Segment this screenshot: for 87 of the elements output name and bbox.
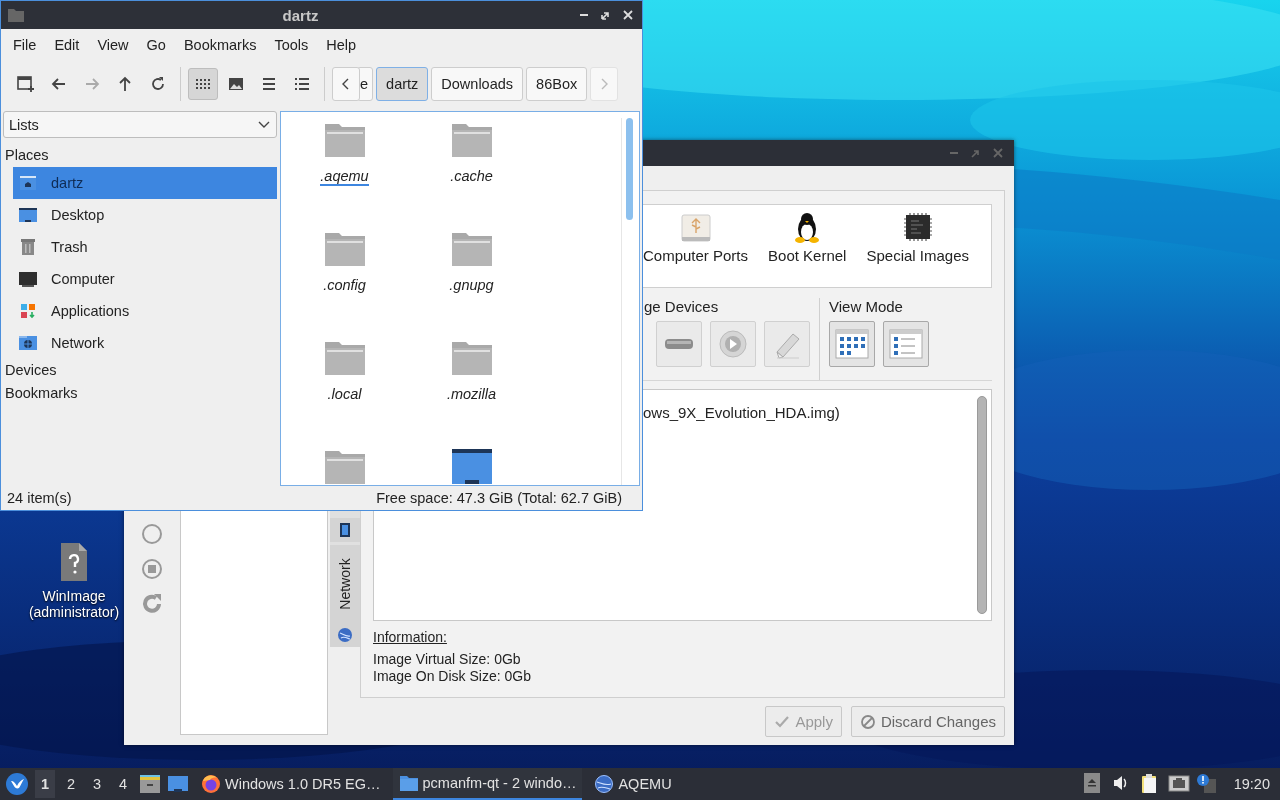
- chevron-right-icon: [599, 77, 610, 91]
- view-mode-button[interactable]: [883, 321, 929, 367]
- category-item[interactable]: Boot Kernel: [768, 211, 847, 264]
- desktop-icon[interactable]: [167, 773, 189, 795]
- section-header[interactable]: Devices: [3, 359, 277, 382]
- file-name[interactable]: .aqemu: [320, 168, 369, 186]
- notification-icon[interactable]: [1195, 773, 1218, 795]
- view-mode-button[interactable]: [188, 68, 218, 100]
- menu-item[interactable]: Go: [137, 37, 175, 53]
- menu-item[interactable]: File: [4, 37, 46, 53]
- place-item[interactable]: Computer: [13, 263, 277, 295]
- menu-item[interactable]: Tools: [265, 37, 318, 53]
- device-button[interactable]: [656, 321, 702, 367]
- path-button[interactable]: dartz: [376, 67, 429, 101]
- browser-icon: [201, 774, 221, 794]
- group-label: ge Devices: [644, 298, 720, 315]
- monitor-icon: [18, 205, 38, 225]
- scroll-left-button[interactable]: [332, 67, 360, 101]
- workspace-button[interactable]: 4: [113, 770, 133, 798]
- chip-icon: [901, 211, 934, 243]
- list-view-icon: [887, 326, 925, 362]
- circle-icon[interactable]: [141, 523, 163, 545]
- file-cabinet-icon[interactable]: [139, 773, 161, 795]
- folder-icon[interactable]: [450, 448, 493, 485]
- place-item[interactable]: Applications: [13, 295, 277, 327]
- discard-button[interactable]: Discard Changes: [850, 706, 1005, 737]
- globe-icon: [594, 774, 615, 794]
- clock[interactable]: 19:20: [1223, 776, 1280, 792]
- file-name[interactable]: .gnupg: [449, 277, 494, 295]
- status-text: Free space: 47.3 GiB (Total: 62.7 GiB): [376, 490, 622, 506]
- new-tab-icon: [16, 74, 36, 94]
- cancel-icon: [859, 713, 876, 730]
- menu-item[interactable]: Edit: [45, 37, 89, 53]
- apps-icon: [18, 301, 38, 321]
- place-item[interactable]: dartz: [13, 167, 277, 199]
- device-icon: [338, 522, 352, 538]
- file-name[interactable]: .local: [327, 386, 362, 404]
- path-button[interactable]: 86Box: [526, 67, 588, 101]
- drive-icon: [665, 339, 693, 349]
- list-entry[interactable]: ows_9X_Evolution_HDA.img): [643, 404, 973, 421]
- workspace-button[interactable]: 2: [61, 770, 81, 798]
- info-heading: Information:: [373, 629, 448, 645]
- trash-icon: [18, 237, 38, 257]
- info-line: Image On Disk Size: 0Gb: [373, 670, 532, 683]
- house-icon: [18, 173, 38, 193]
- monitor-icon: [18, 269, 38, 289]
- icon-view-icon: [833, 326, 871, 362]
- info-line: Image Virtual Size: 0Gb: [373, 653, 522, 666]
- workspace-button[interactable]: 3: [87, 770, 107, 798]
- file-name[interactable]: .config: [323, 277, 366, 295]
- chevron-left-icon: [341, 77, 351, 91]
- chevron-down-icon: [258, 120, 270, 129]
- window-title: dartz: [281, 6, 320, 24]
- icon-label[interactable]: WinImage (administrator): [24, 588, 124, 620]
- side-tab[interactable]: [330, 518, 360, 542]
- category-item[interactable]: Computer Ports: [643, 211, 749, 264]
- dropdown[interactable]: Lists: [3, 111, 277, 138]
- task-button[interactable]: Windows 1.0 DR5 EG…: [195, 768, 387, 800]
- section-header[interactable]: Bookmarks: [3, 382, 277, 405]
- menu-item[interactable]: Help: [317, 37, 366, 53]
- place-item[interactable]: Network: [13, 327, 277, 359]
- file-name[interactable]: .mozilla: [446, 386, 497, 404]
- menu-item[interactable]: View: [88, 37, 138, 53]
- start-menu-icon[interactable]: [5, 772, 29, 796]
- place-item[interactable]: Desktop: [13, 199, 277, 231]
- view-mode-button[interactable]: [829, 321, 875, 367]
- side-tab[interactable]: Network: [330, 545, 360, 647]
- usb-drive-icon: [679, 211, 712, 243]
- status-text: 24 item(s): [7, 490, 72, 506]
- task-button[interactable]: AQEMU: [588, 768, 678, 800]
- menu-item[interactable]: Bookmarks: [174, 37, 266, 53]
- task-button[interactable]: pcmanfm-qt - 2 windo…: [392, 768, 583, 800]
- scrollbar[interactable]: [977, 396, 987, 614]
- category-item[interactable]: Special Images: [866, 211, 969, 264]
- globe-icon: [337, 627, 353, 643]
- group-label: View Mode: [829, 298, 904, 315]
- workspace-button[interactable]: 1: [35, 770, 55, 798]
- path-button[interactable]: Downloads: [431, 67, 524, 101]
- file-name[interactable]: .cache: [450, 168, 493, 186]
- folder-icon: [398, 773, 419, 793]
- folder-icon: [7, 7, 25, 23]
- stop-icon[interactable]: [141, 558, 163, 580]
- place-item[interactable]: Trash: [13, 231, 277, 263]
- section-header[interactable]: Places: [3, 144, 277, 167]
- globe-folder-icon: [18, 333, 38, 353]
- network-port-icon[interactable]: [1167, 773, 1190, 795]
- reload-icon[interactable]: [141, 593, 163, 615]
